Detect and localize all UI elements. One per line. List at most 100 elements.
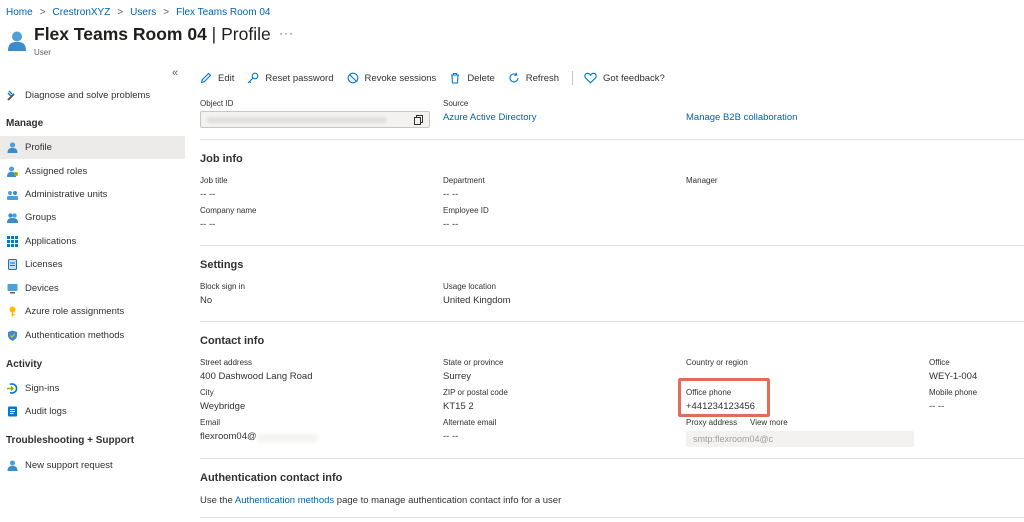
- street-address-value: 400 Dashwood Lang Road: [200, 371, 313, 382]
- manager-label: Manager: [686, 176, 718, 185]
- device-icon: [7, 284, 18, 294]
- mobile-phone-label: Mobile phone: [929, 388, 978, 397]
- source-label: Source: [443, 99, 469, 108]
- source-link[interactable]: Azure Active Directory: [443, 112, 536, 123]
- redacted-value: [256, 434, 318, 442]
- breadcrumb: Home > CrestronXYZ > Users > Flex Teams …: [6, 5, 270, 19]
- key-icon: [247, 72, 259, 84]
- proxy-address-label: Proxy address: [686, 418, 738, 427]
- sidebar-item-new-support-request[interactable]: New support request: [0, 454, 185, 477]
- sidebar-item-authentication-methods[interactable]: Authentication methods: [0, 324, 185, 347]
- manage-b2b-link[interactable]: Manage B2B collaboration: [686, 112, 797, 123]
- page-subtitle: User: [34, 48, 51, 57]
- job-title-label: Job title: [200, 176, 228, 185]
- toolbar-divider: [572, 71, 574, 85]
- sidebar-item-groups[interactable]: Groups: [0, 206, 185, 229]
- redacted-value: [207, 117, 387, 123]
- employee-id-label: Employee ID: [443, 206, 489, 215]
- section-divider: [200, 458, 1024, 459]
- sidebar-item-applications[interactable]: Applications: [0, 230, 185, 253]
- more-options-button[interactable]: ···: [279, 26, 294, 40]
- breadcrumb-users[interactable]: Users: [130, 7, 156, 18]
- support-user-icon: [7, 460, 18, 471]
- delete-button[interactable]: Delete: [449, 72, 495, 84]
- reset-password-button[interactable]: Reset password: [247, 72, 334, 84]
- sidebar-item-assigned-roles[interactable]: Assigned roles: [0, 160, 185, 183]
- shield-icon: [8, 330, 17, 341]
- object-id-field: [200, 111, 430, 128]
- company-name-label: Company name: [200, 206, 257, 215]
- pencil-icon: [200, 72, 212, 84]
- sidebar-item-profile[interactable]: Profile: [0, 136, 185, 159]
- audit-log-icon: [8, 406, 17, 417]
- command-bar: Edit Reset password Revoke sessions Dele…: [200, 68, 678, 88]
- refresh-button[interactable]: Refresh: [508, 72, 559, 84]
- department-label: Department: [443, 176, 485, 185]
- block-sign-in-value: No: [200, 295, 213, 306]
- license-icon: [8, 259, 17, 270]
- object-id-label: Object ID: [200, 99, 234, 108]
- city-label: City: [200, 388, 214, 397]
- sidebar-item-administrative-units[interactable]: Administrative units: [0, 183, 185, 206]
- usage-location-value: United Kingdom: [443, 295, 511, 306]
- sidebar-item-diagnose[interactable]: Diagnose and solve problems: [0, 84, 185, 107]
- job-info-heading: Job info: [200, 153, 243, 165]
- section-troubleshooting: Troubleshooting + Support: [6, 435, 135, 446]
- mobile-phone-value: -- --: [929, 401, 945, 412]
- edit-button[interactable]: Edit: [200, 72, 234, 84]
- chevron-right-icon: >: [39, 6, 46, 18]
- job-title-value: -- --: [200, 189, 216, 200]
- sidebar-item-audit-logs[interactable]: Audit logs: [0, 400, 185, 423]
- grid-apps-icon: [7, 236, 18, 247]
- chevron-right-icon: >: [117, 6, 124, 18]
- section-activity: Activity: [6, 359, 43, 370]
- department-value: -- --: [443, 189, 459, 200]
- heart-icon: [584, 72, 597, 84]
- sign-in-icon: [7, 383, 18, 394]
- section-manage: Manage: [6, 118, 44, 129]
- section-divider: [200, 245, 1024, 246]
- sidebar-item-licenses[interactable]: Licenses: [0, 253, 185, 276]
- revoke-sessions-button[interactable]: Revoke sessions: [347, 72, 436, 84]
- settings-heading: Settings: [200, 259, 244, 271]
- copy-icon[interactable]: [414, 115, 423, 125]
- user-roles-icon: [7, 166, 18, 177]
- office-label: Office: [929, 358, 950, 367]
- sidebar-item-sign-ins[interactable]: Sign-ins: [0, 377, 185, 400]
- city-value: Weybridge: [200, 401, 246, 412]
- proxy-address-field: smtp:flexroom04@c: [686, 431, 914, 447]
- alternate-email-value: -- --: [443, 431, 459, 442]
- auth-contact-description: Use the Authentication methods page to m…: [200, 495, 562, 506]
- sidebar-item-devices[interactable]: Devices: [0, 277, 185, 300]
- user-icon: [7, 142, 18, 153]
- view-more-link[interactable]: View more: [750, 418, 788, 427]
- sidebar-item-azure-role-assignments[interactable]: Azure role assignments: [0, 300, 185, 323]
- state-label: State or province: [443, 358, 504, 367]
- block-icon: [347, 72, 358, 84]
- chevron-right-icon: >: [163, 6, 170, 18]
- employee-id-value: -- --: [443, 219, 459, 230]
- refresh-icon: [509, 72, 519, 83]
- groups-icon: [7, 213, 18, 223]
- office-phone-highlight: [678, 378, 770, 417]
- breadcrumb-user[interactable]: Flex Teams Room 04: [176, 7, 270, 18]
- breadcrumb-home[interactable]: Home: [6, 7, 33, 18]
- block-sign-in-label: Block sign in: [200, 282, 245, 291]
- breadcrumb-tenant[interactable]: CrestronXYZ: [53, 7, 111, 18]
- contact-info-heading: Contact info: [200, 335, 265, 347]
- admin-units-icon: [7, 191, 18, 200]
- wrench-icon: [7, 90, 15, 101]
- user-icon: [8, 31, 26, 51]
- trash-icon: [451, 72, 460, 84]
- street-address-label: Street address: [200, 358, 253, 367]
- collapse-sidebar-button[interactable]: «: [172, 67, 178, 79]
- auth-contact-heading: Authentication contact info: [200, 472, 343, 484]
- authentication-methods-link[interactable]: Authentication methods: [235, 495, 334, 506]
- usage-location-label: Usage location: [443, 282, 496, 291]
- key-icon: [9, 306, 16, 317]
- feedback-button[interactable]: Got feedback?: [584, 72, 665, 84]
- proxy-address-value: smtp:flexroom04@c: [693, 434, 774, 444]
- country-label: Country or region: [686, 358, 748, 367]
- email-value: flexroom04@: [200, 431, 257, 442]
- state-value: Surrey: [443, 371, 471, 382]
